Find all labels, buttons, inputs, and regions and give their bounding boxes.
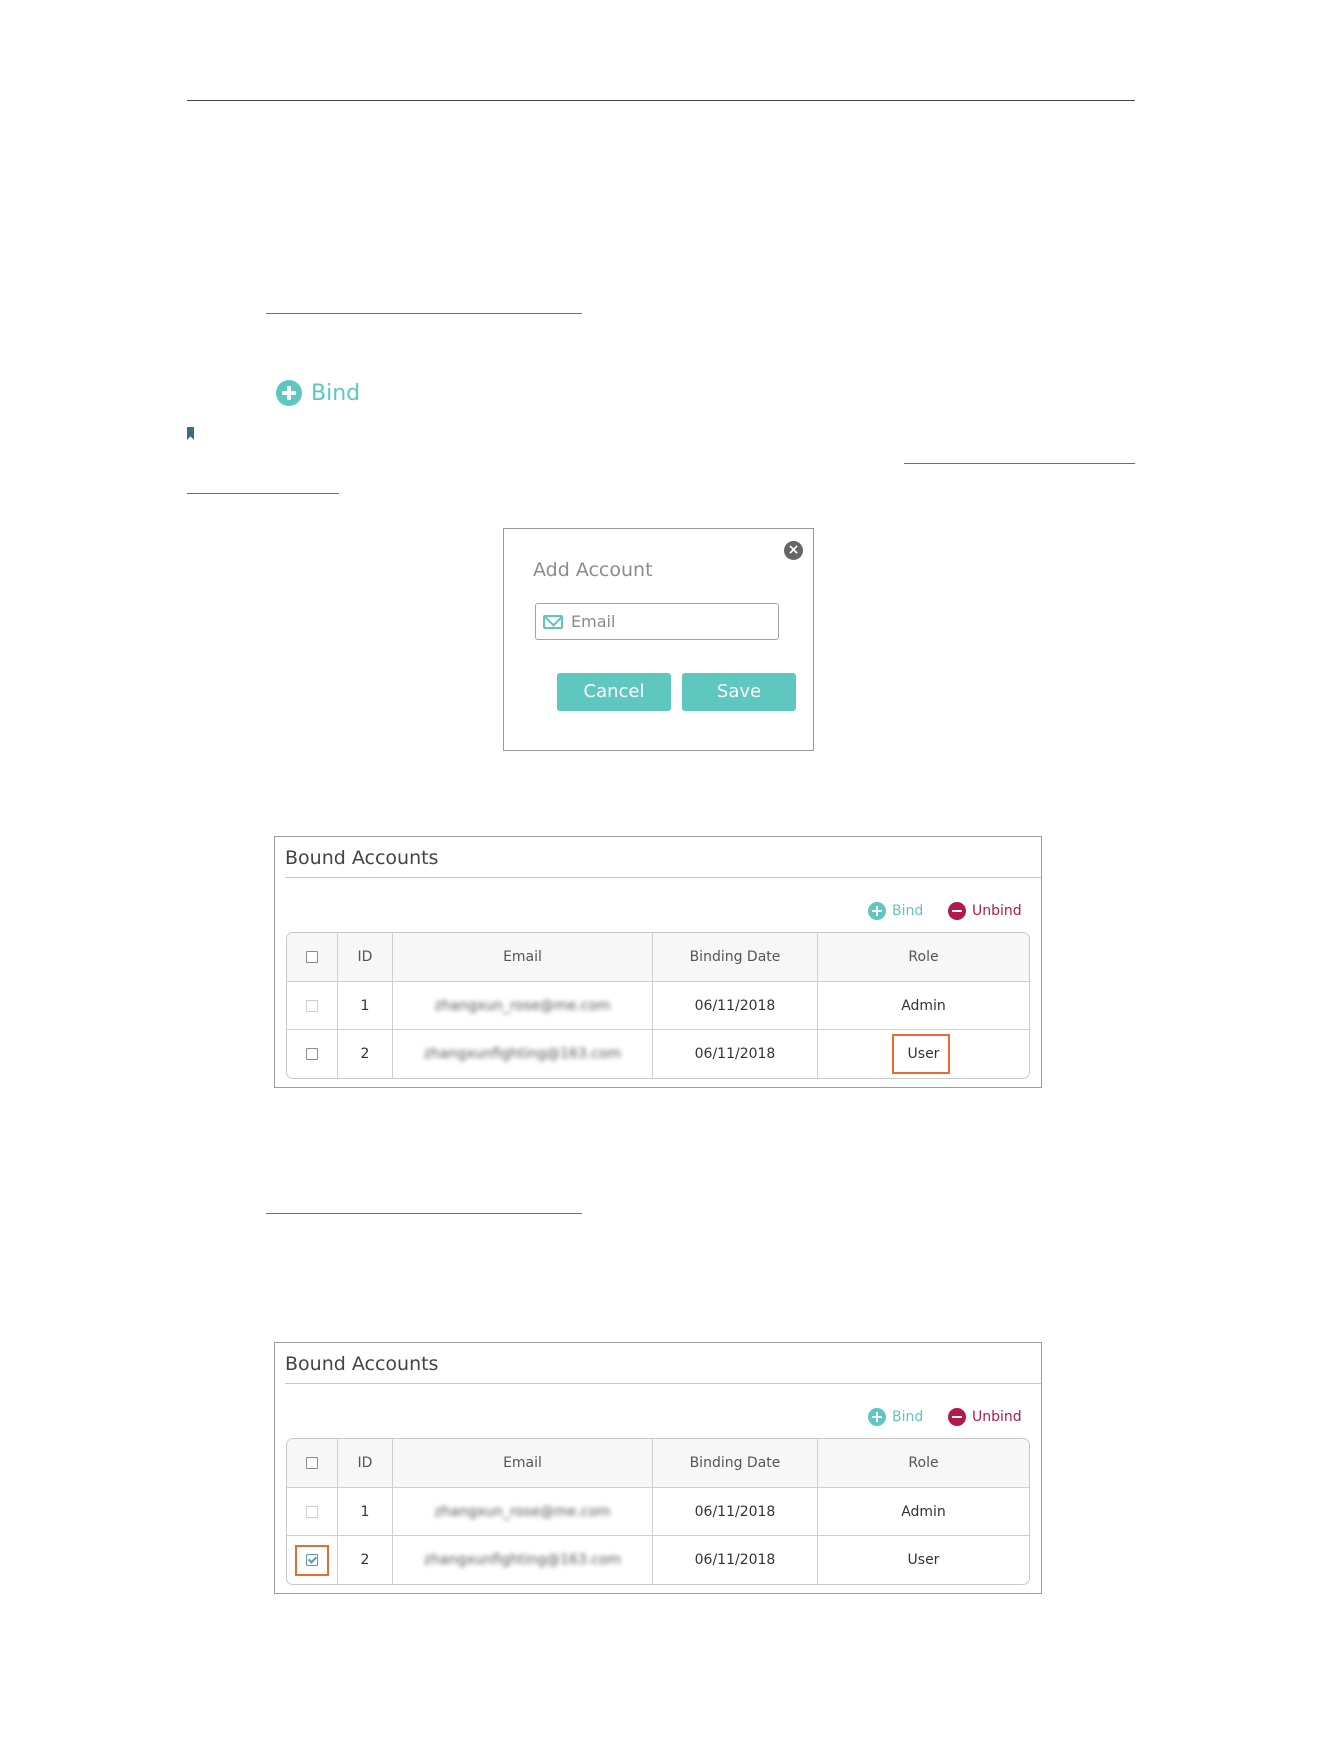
row-email: zhangxun_rose@me.com: [434, 998, 611, 1014]
plus-circle-icon: [276, 380, 302, 406]
row-date: 06/11/2018: [694, 1504, 776, 1520]
row-date: 06/11/2018: [694, 1046, 776, 1062]
note-bookmark-icon: [187, 427, 194, 440]
plus-circle-icon: [868, 1408, 886, 1426]
row-email: zhangxunfighting@163.com: [423, 1552, 622, 1568]
row-role: Admin: [901, 1504, 946, 1520]
bind-label: Bind: [311, 380, 361, 406]
select-all-checkbox[interactable]: [306, 951, 318, 963]
column-header: ID: [357, 949, 373, 965]
save-button[interactable]: Save: [682, 673, 796, 711]
row-date: 06/11/2018: [694, 1552, 776, 1568]
panel-title: Bound Accounts: [285, 1353, 439, 1375]
column-header: Role: [908, 1455, 939, 1471]
unbind-label: Unbind: [972, 903, 1022, 919]
email-field[interactable]: Email: [535, 603, 779, 640]
bound-accounts-panel: Bound Accounts Bind Unbind ID Email Bind…: [274, 836, 1042, 1088]
bind-label: Bind: [892, 1409, 924, 1425]
row-checkbox: [306, 1506, 318, 1518]
unbind-action[interactable]: Unbind: [948, 1408, 1022, 1426]
row-role: User: [907, 1552, 940, 1568]
select-all-checkbox[interactable]: [306, 1457, 318, 1469]
cancel-button[interactable]: Cancel: [557, 673, 671, 711]
bind-label: Bind: [892, 903, 924, 919]
column-header: Role: [908, 949, 939, 965]
row-checkbox: [306, 1000, 318, 1012]
column-header: Email: [503, 1455, 542, 1471]
link-underline[interactable]: [266, 313, 582, 314]
column-header: Binding Date: [689, 1455, 781, 1471]
row-id: 2: [360, 1046, 370, 1062]
bound-accounts-panel: Bound Accounts Bind Unbind ID Email Bind…: [274, 1342, 1042, 1594]
link-underline[interactable]: [904, 463, 1135, 464]
unbind-label: Unbind: [972, 1409, 1022, 1425]
table-row: 1 zhangxun_rose@me.com 06/11/2018 Admin: [287, 982, 1029, 1030]
close-icon[interactable]: ×: [784, 541, 803, 560]
minus-circle-icon: [948, 902, 966, 920]
row-id: 1: [360, 1504, 370, 1520]
row-role: Admin: [901, 998, 946, 1014]
divider: [285, 877, 1041, 878]
unbind-action[interactable]: Unbind: [948, 902, 1022, 920]
column-header: Binding Date: [689, 949, 781, 965]
link-underline[interactable]: [187, 493, 339, 494]
link-underline[interactable]: [266, 1213, 582, 1214]
table-header-row: ID Email Binding Date Role: [287, 1439, 1029, 1487]
row-email: zhangxun_rose@me.com: [434, 1504, 611, 1520]
divider: [285, 1383, 1041, 1384]
table-header-row: ID Email Binding Date Role: [287, 933, 1029, 981]
table-row: 1 zhangxun_rose@me.com 06/11/2018 Admin: [287, 1488, 1029, 1536]
bind-button[interactable]: Bind: [276, 380, 360, 406]
checkbox-highlight-box: [295, 1545, 329, 1576]
row-id: 1: [360, 998, 370, 1014]
add-account-dialog: × Add Account Email Cancel Save: [503, 528, 814, 751]
bind-action[interactable]: Bind: [868, 1408, 923, 1426]
dialog-title: Add Account: [533, 559, 653, 581]
accounts-table: ID Email Binding Date Role 1 zhangxun_ro…: [286, 1438, 1030, 1585]
row-email: zhangxunfighting@163.com: [423, 1046, 622, 1062]
column-header: Email: [503, 949, 542, 965]
row-date: 06/11/2018: [694, 998, 776, 1014]
row-checkbox[interactable]: [306, 1048, 318, 1060]
plus-circle-icon: [868, 902, 886, 920]
role-highlight-box: [892, 1034, 950, 1074]
email-placeholder: Email: [571, 612, 616, 631]
table-row: 2 zhangxunfighting@163.com 06/11/2018 Us…: [287, 1536, 1029, 1584]
bind-action[interactable]: Bind: [868, 902, 923, 920]
panel-title: Bound Accounts: [285, 847, 439, 869]
accounts-table: ID Email Binding Date Role 1 zhangxun_ro…: [286, 932, 1030, 1079]
page-header-rule: [187, 100, 1135, 101]
column-header: ID: [357, 1455, 373, 1471]
mail-icon: [543, 614, 563, 629]
minus-circle-icon: [948, 1408, 966, 1426]
row-id: 2: [360, 1552, 370, 1568]
